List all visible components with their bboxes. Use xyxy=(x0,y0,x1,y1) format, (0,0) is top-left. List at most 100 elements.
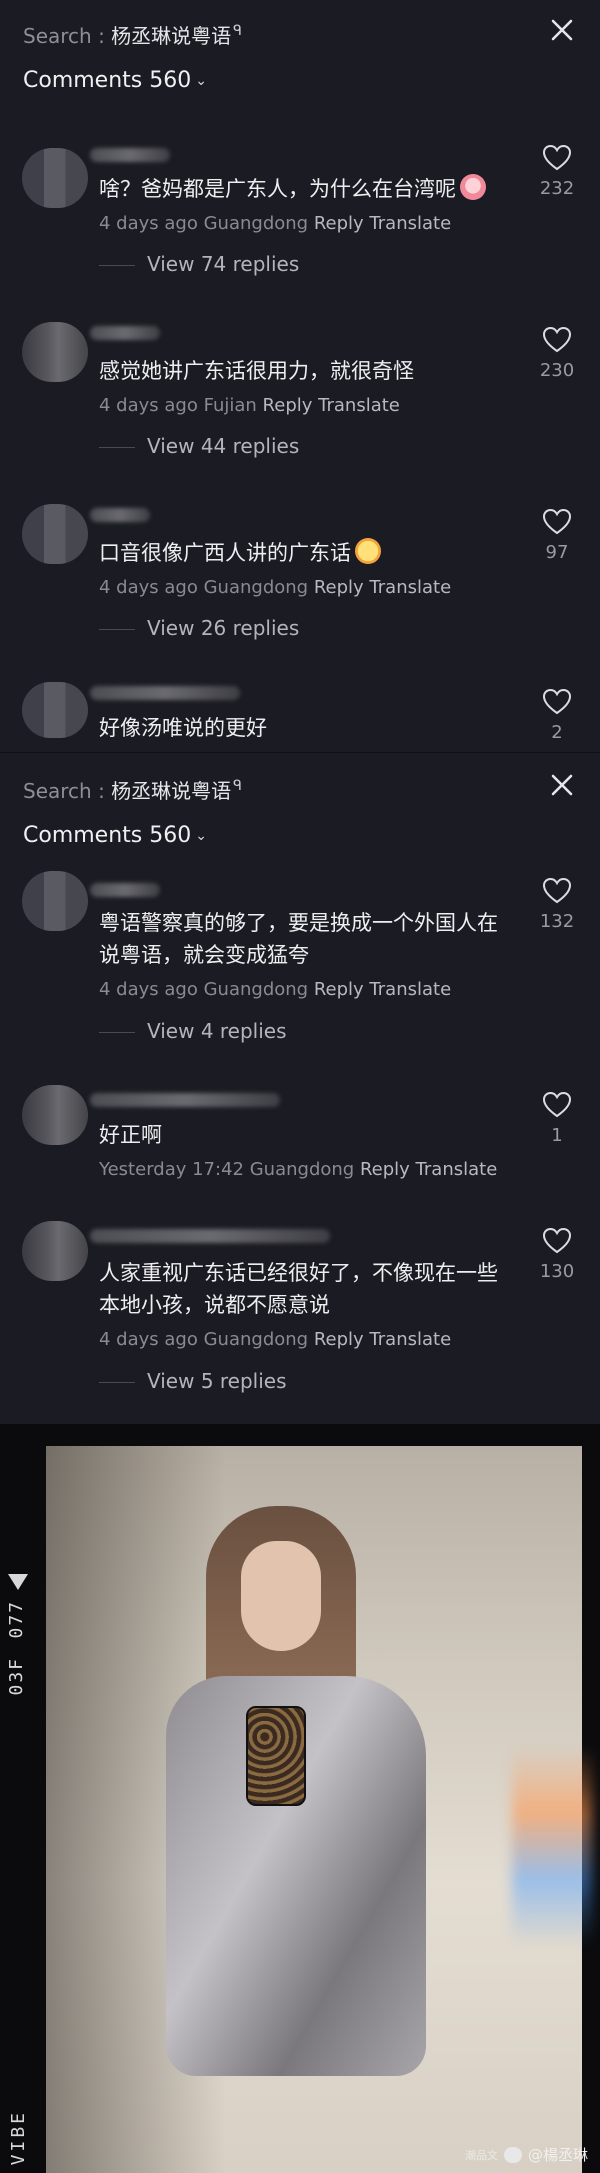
like-count: 230 xyxy=(539,360,575,381)
like-button[interactable]: 230 xyxy=(536,326,578,381)
reply-link[interactable]: Reply xyxy=(263,395,313,416)
photo-section: 077 03F VIBE 潮品文 @楊丞琳 xyxy=(0,1424,600,2173)
comments-count-dropdown[interactable]: Comments 560 ⌄ xyxy=(23,823,207,848)
search-text[interactable]: Search : 杨丞琳说粤语 ᑫ xyxy=(23,775,242,804)
translate-link[interactable]: Translate xyxy=(318,395,400,416)
replies-divider xyxy=(99,265,135,266)
comment-location: Guangdong xyxy=(249,1159,355,1180)
avatar[interactable] xyxy=(22,148,88,208)
translate-link[interactable]: Translate xyxy=(369,577,451,598)
comment-text: 好像汤唯说的更好 xyxy=(99,712,519,744)
comment-text: 人家重视广东话已经很好了，不像现在一些 本地小孩，说都不愿意说 xyxy=(99,1257,539,1321)
username-blurred[interactable] xyxy=(90,883,160,897)
reply-link[interactable]: Reply xyxy=(360,1159,410,1180)
crying-face-icon xyxy=(460,174,486,200)
search-icon: ᑫ xyxy=(233,778,242,795)
reply-link[interactable]: Reply xyxy=(314,979,364,1000)
like-count: 132 xyxy=(539,911,575,932)
reply-link[interactable]: Reply xyxy=(314,577,364,598)
replies-divider xyxy=(99,629,135,630)
like-button[interactable]: 97 xyxy=(536,508,578,563)
username-blurred[interactable] xyxy=(90,326,160,340)
reply-link[interactable]: Reply xyxy=(314,213,364,234)
comment-text-content: 口音很像广西人讲的广东话 xyxy=(99,541,351,565)
avatar[interactable] xyxy=(22,1085,88,1145)
username-blurred[interactable] xyxy=(90,686,240,700)
view-replies-button[interactable]: View 74 replies xyxy=(99,252,299,276)
comment-meta: 4 days ago Guangdong Reply Translate xyxy=(99,213,451,234)
like-button[interactable]: 130 xyxy=(536,1227,578,1282)
search-text[interactable]: Search : 杨丞琳说粤语 ᑫ xyxy=(23,20,242,49)
translate-link[interactable]: Translate xyxy=(416,1159,498,1180)
view-replies-button[interactable]: View 26 replies xyxy=(99,616,299,640)
search-bar[interactable]: Search : 杨丞琳说粤语 ᑫ xyxy=(0,0,600,58)
like-button[interactable]: 2 xyxy=(536,688,578,743)
weibo-watermark: 潮品文 @楊丞琳 xyxy=(465,2144,588,2165)
heart-icon xyxy=(542,1227,572,1254)
view-replies-label: View 26 replies xyxy=(147,616,300,640)
close-button[interactable] xyxy=(546,769,578,801)
comment-time: 4 days ago xyxy=(99,577,198,598)
view-replies-button[interactable]: View 44 replies xyxy=(99,434,299,458)
heart-icon xyxy=(542,508,572,535)
comment-location: Guangdong xyxy=(203,213,309,234)
like-button[interactable]: 132 xyxy=(536,877,578,932)
username-blurred[interactable] xyxy=(90,1229,330,1243)
avatar[interactable] xyxy=(22,682,88,738)
view-replies-button[interactable]: View 5 replies xyxy=(99,1369,287,1393)
comment-text-content: 好正啊 xyxy=(99,1123,162,1147)
comment-meta: Yesterday 17:42 Guangdong Reply Translat… xyxy=(99,1159,497,1180)
username-blurred[interactable] xyxy=(90,508,150,522)
search-query[interactable]: 杨丞琳说粤语 xyxy=(111,779,231,803)
comment-time: 4 days ago xyxy=(99,1329,198,1350)
search-prefix: Search : xyxy=(23,24,112,48)
avatar[interactable] xyxy=(22,504,88,564)
weibo-icon xyxy=(503,2146,522,2163)
search-bar[interactable]: Search : 杨丞琳说粤语 ᑫ xyxy=(0,753,600,811)
chevron-down-icon: ⌄ xyxy=(195,828,207,844)
avatar[interactable] xyxy=(22,322,88,382)
close-icon xyxy=(551,774,573,796)
like-count: 130 xyxy=(539,1261,575,1282)
comment-location: Guangdong xyxy=(203,979,309,1000)
comment-text-line: 粤语警察真的够了，要是换成一个外国人在 xyxy=(99,911,498,935)
comment-time: 4 days ago xyxy=(99,395,198,416)
comment-text: 感觉她讲广东话很用力，就很奇怪 xyxy=(99,355,519,387)
comment-text-content: 啥？爸妈都是广东人，为什么在台湾呢 xyxy=(99,177,456,201)
like-button[interactable]: 1 xyxy=(536,1091,578,1146)
light-leak xyxy=(512,1746,592,1946)
username-blurred[interactable] xyxy=(90,148,170,162)
translate-link[interactable]: Translate xyxy=(369,979,451,1000)
like-button[interactable]: 232 xyxy=(536,144,578,199)
heart-icon xyxy=(542,1091,572,1118)
translate-link[interactable]: Translate xyxy=(369,1329,451,1350)
username-blurred[interactable] xyxy=(90,1093,280,1107)
avatar[interactable] xyxy=(22,1221,88,1281)
comments-count: Comments 560 xyxy=(23,68,192,93)
view-replies-button[interactable]: View 4 replies xyxy=(99,1019,287,1043)
comment-text: 粤语警察真的够了，要是换成一个外国人在 说粤语，就会变成猛夸 xyxy=(99,907,539,971)
heart-icon xyxy=(542,877,572,904)
comment-text-line: 本地小孩，说都不愿意说 xyxy=(99,1293,330,1317)
search-query[interactable]: 杨丞琳说粤语 xyxy=(111,24,231,48)
site-logo: 潮品文 xyxy=(464,2148,498,2162)
comment-text: 口音很像广西人讲的广东话 xyxy=(99,537,519,569)
comment-text-line: 说粤语，就会变成猛夸 xyxy=(99,943,309,967)
comments-count-dropdown[interactable]: Comments 560 ⌄ xyxy=(23,68,207,93)
comment-text: 好正啊 xyxy=(99,1119,519,1151)
like-count: 97 xyxy=(545,542,569,563)
avatar[interactable] xyxy=(22,871,88,931)
comment-text-content: 感觉她讲广东话很用力，就很奇怪 xyxy=(99,359,414,383)
replies-divider xyxy=(99,447,135,448)
close-button[interactable] xyxy=(546,14,578,46)
comment-meta: 4 days ago Guangdong Reply Translate xyxy=(99,1329,451,1350)
view-replies-label: View 5 replies xyxy=(147,1369,287,1393)
translate-link[interactable]: Translate xyxy=(369,213,451,234)
chevron-down-icon: ⌄ xyxy=(195,73,207,89)
search-icon: ᑫ xyxy=(233,23,242,40)
comment-time: 4 days ago xyxy=(99,979,198,1000)
laughing-face-icon xyxy=(355,538,381,564)
comment-location: Guangdong xyxy=(203,1329,309,1350)
replies-divider xyxy=(99,1382,135,1383)
reply-link[interactable]: Reply xyxy=(314,1329,364,1350)
